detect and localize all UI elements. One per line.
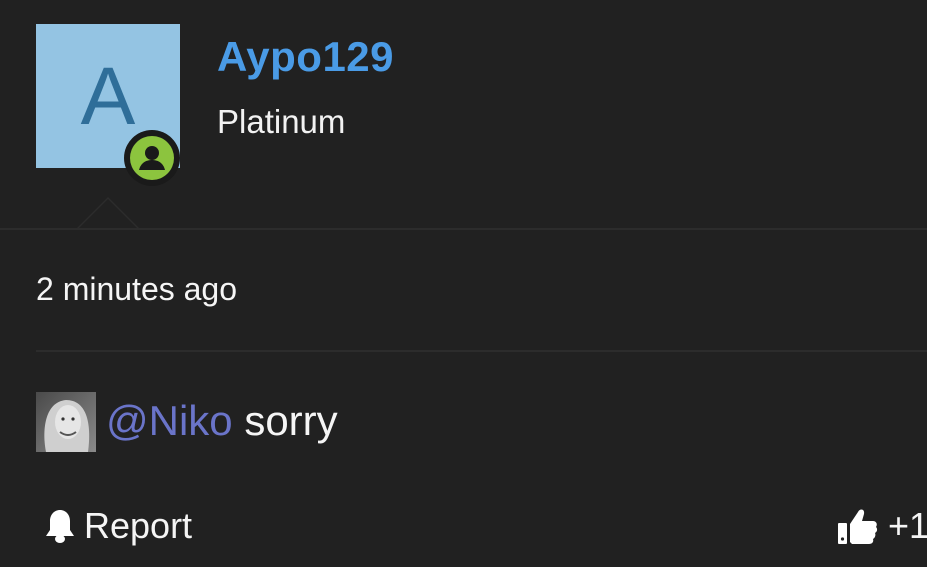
content-divider bbox=[36, 350, 927, 352]
profile-photo-icon bbox=[36, 392, 96, 452]
like-button[interactable]: +1 bbox=[836, 506, 927, 546]
user-rank: Platinum bbox=[217, 103, 346, 140]
post-message: @Niko sorry bbox=[106, 397, 338, 444]
bell-icon bbox=[46, 509, 74, 543]
avatar-letter: A bbox=[80, 51, 136, 142]
thumbs-up-icon bbox=[838, 509, 878, 544]
mention-link[interactable]: @Niko bbox=[106, 397, 233, 444]
user-header: A Aypo129 Platinum bbox=[0, 0, 927, 228]
post-card: A Aypo129 Platinum 2 minutes ago @Niko s… bbox=[0, 0, 927, 567]
username-link[interactable]: Aypo129 bbox=[217, 33, 394, 80]
mentioned-user-avatar[interactable] bbox=[36, 392, 96, 452]
report-button[interactable]: Report bbox=[44, 506, 192, 546]
post-timestamp: 2 minutes ago bbox=[36, 271, 238, 307]
user-online-icon bbox=[130, 136, 174, 180]
header-pointer-fill bbox=[78, 199, 138, 229]
online-status-badge bbox=[124, 130, 180, 186]
report-label: Report bbox=[84, 505, 193, 546]
header-divider bbox=[0, 228, 927, 230]
message-text: sorry bbox=[244, 397, 338, 444]
like-count: +1 bbox=[888, 505, 927, 547]
